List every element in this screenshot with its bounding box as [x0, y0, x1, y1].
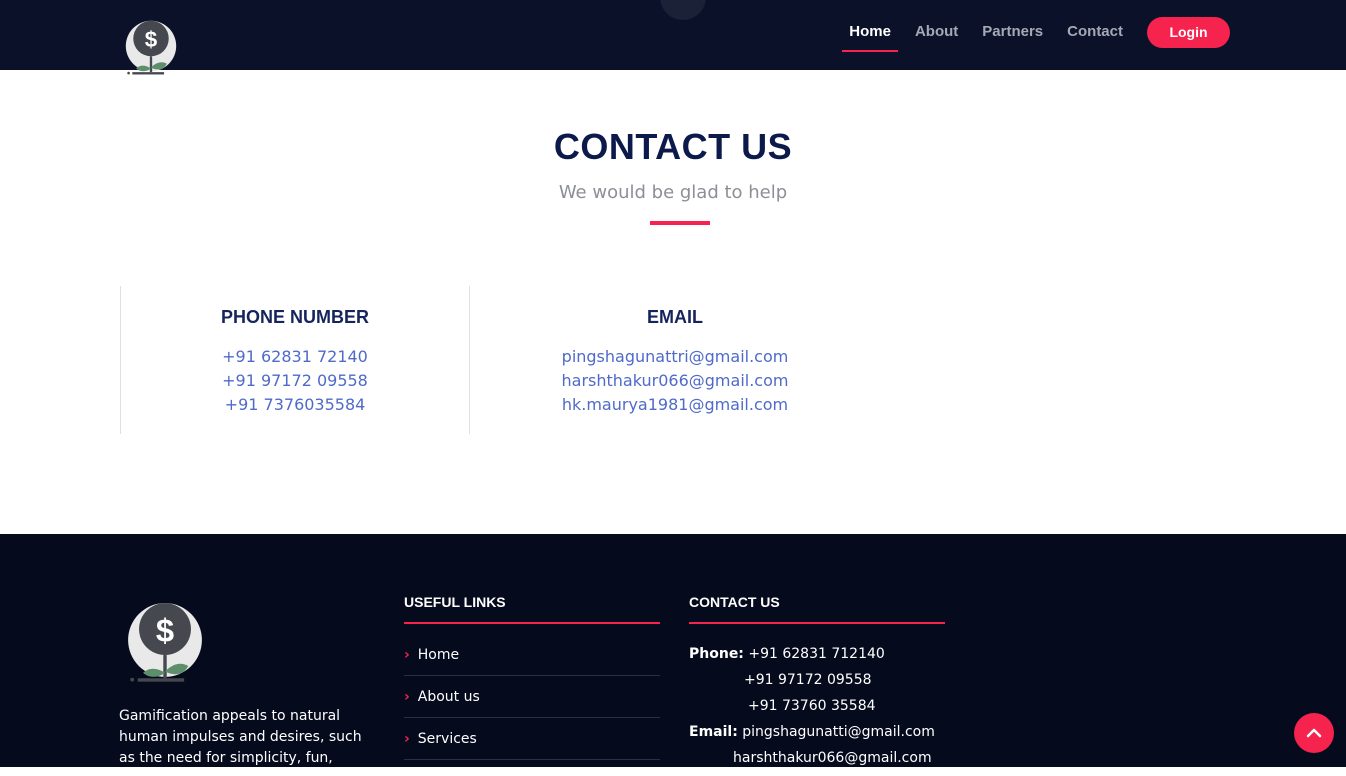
- email-address-2[interactable]: harshthakur066@gmail.com: [470, 369, 880, 393]
- email-title: EMAIL: [647, 307, 703, 327]
- footer-contact-underline: [689, 622, 945, 624]
- main-nav: Home About Partners Contact Login: [825, 16, 1230, 52]
- footer-link-label: Services: [417, 730, 477, 747]
- chevron-right-icon: ›: [404, 646, 410, 663]
- nav-home[interactable]: Home: [842, 23, 898, 52]
- chevron-right-icon: ›: [404, 730, 410, 747]
- phone-number-1[interactable]: +91 62831 72140: [121, 345, 469, 369]
- phone-number-3[interactable]: +91 7376035584: [121, 393, 469, 417]
- phone-number-2[interactable]: +91 97172 09558: [121, 369, 469, 393]
- header-decoration: [660, 0, 706, 20]
- dollar-plant-logo-icon: $: [128, 603, 202, 682]
- footer-email-1[interactable]: pingshagunatti@gmail.com: [742, 724, 935, 740]
- login-button[interactable]: Login: [1147, 16, 1230, 48]
- footer-link-about-us[interactable]: › About us: [404, 676, 660, 718]
- top-navbar: $ Home About Partners Contact Login: [0, 0, 1346, 75]
- email-address-3[interactable]: hk.maurya1981@gmail.com: [470, 393, 880, 417]
- footer-link-label: Home: [417, 646, 460, 663]
- useful-links-list: › Home › About us › Services: [404, 634, 660, 760]
- contact-section-subtitle: We would be glad to help: [558, 182, 788, 203]
- chevron-up-icon: [1306, 728, 1322, 738]
- footer-email-2[interactable]: harshthakur066@gmail.com: [733, 750, 932, 766]
- useful-links-underline: [404, 622, 660, 624]
- email-label: Email:: [689, 724, 738, 740]
- footer-link-home[interactable]: › Home: [404, 634, 660, 676]
- footer-contact-title: CONTACT US: [689, 594, 780, 610]
- footer-link-services[interactable]: › Services: [404, 718, 660, 760]
- useful-links-title: USEFUL LINKS: [404, 594, 506, 610]
- phone-number-title: PHONE NUMBER: [220, 307, 369, 327]
- footer-phone-2[interactable]: +91 97172 09558: [744, 672, 872, 688]
- site-footer: $ Gamification appeals to natural human …: [0, 534, 1346, 767]
- scroll-to-top-button[interactable]: [1294, 713, 1334, 753]
- chevron-right-icon: ›: [404, 688, 410, 705]
- site-logo[interactable]: $: [123, 16, 179, 76]
- footer-link-label: About us: [417, 688, 480, 705]
- footer-contact-details: Phone: +91 62831 712140 +91 97172 09558 …: [689, 646, 989, 776]
- nav-contact[interactable]: Contact: [1067, 23, 1123, 42]
- footer-phone-1[interactable]: +91 62831 712140: [748, 646, 884, 662]
- email-column: EMAIL pingshagunattri@gmail.com harshtha…: [469, 286, 880, 434]
- footer-logo[interactable]: $: [124, 596, 206, 684]
- nav-about[interactable]: About: [915, 23, 958, 42]
- footer-description: Gamification appeals to natural human im…: [119, 708, 362, 766]
- footer-phone-3[interactable]: +91 73760 35584: [748, 698, 876, 714]
- nav-partners[interactable]: Partners: [982, 23, 1043, 42]
- title-underline: [650, 221, 710, 225]
- dollar-plant-logo-icon: $: [125, 20, 177, 75]
- svg-text:$: $: [145, 27, 158, 52]
- phone-number-column: PHONE NUMBER +91 62831 72140 +91 97172 0…: [120, 286, 469, 434]
- email-address-1[interactable]: pingshagunattri@gmail.com: [470, 345, 880, 369]
- contact-section-title: CONTACT US: [553, 126, 793, 167]
- svg-text:$: $: [156, 611, 174, 648]
- phone-label: Phone:: [689, 646, 744, 662]
